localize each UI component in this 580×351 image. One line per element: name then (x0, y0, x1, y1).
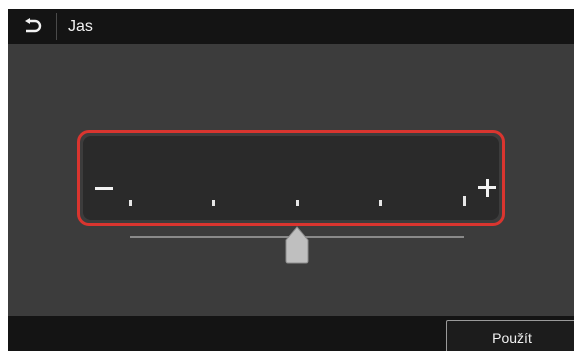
page-title: Jas (68, 18, 93, 35)
increase-button[interactable] (467, 166, 507, 210)
slider-tick (462, 196, 466, 206)
slider-tick (128, 200, 132, 206)
title-bar: Jas (8, 9, 574, 44)
title-separator (56, 13, 57, 40)
apply-button[interactable]: Použít (446, 320, 574, 351)
return-arrow-icon (25, 17, 42, 32)
slider-tick (379, 200, 382, 206)
minus-icon (95, 187, 113, 190)
decrease-button[interactable] (83, 166, 127, 210)
brightness-slider[interactable] (83, 136, 499, 264)
content-area (8, 44, 574, 316)
brightness-screen: Jas Použít (8, 9, 574, 351)
bottom-bar: Použít (8, 316, 574, 351)
slider-thumb[interactable] (285, 226, 309, 264)
slider-tick (212, 200, 215, 206)
back-button[interactable] (8, 9, 56, 44)
slider-tick (295, 200, 299, 206)
